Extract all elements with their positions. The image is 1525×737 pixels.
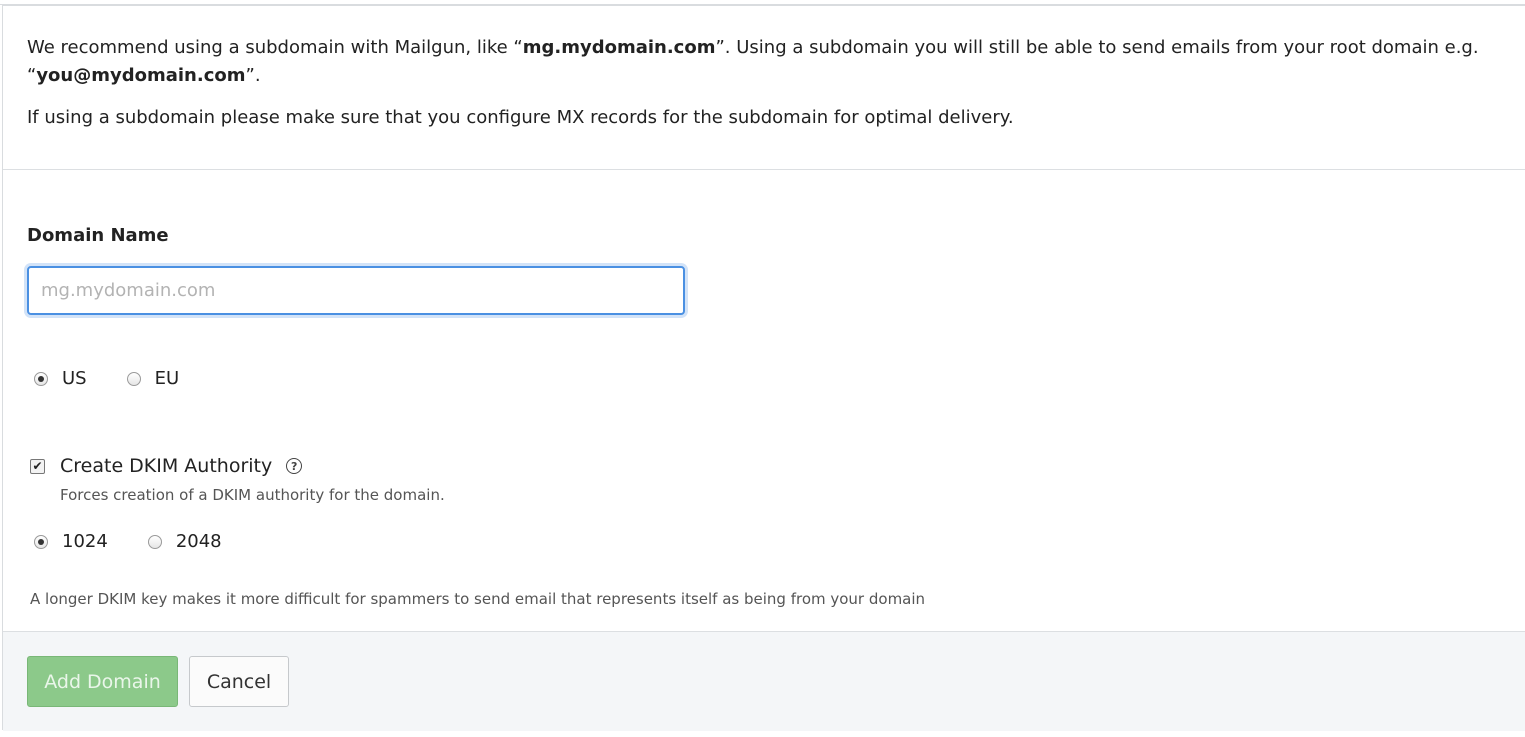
domain-name-input[interactable] [29,268,683,313]
key-size-option-2048[interactable]: 2048 [147,531,222,552]
intro-paragraph-2: If using a subdomain please make sure th… [27,107,1014,128]
dkim-description: Forces creation of a DKIM authority for … [60,486,445,504]
region-label-us: US [62,368,87,389]
intro-paragraph-1: We recommend using a subdomain with Mail… [27,34,1517,90]
add-domain-button[interactable]: Add Domain [27,656,178,707]
dkim-checkbox-row[interactable]: ✔ Create DKIM Authority ? [30,455,303,477]
intro-text-part: ”. [245,65,261,86]
radio-eu[interactable] [126,371,141,386]
radio-1024[interactable] [34,534,48,549]
domain-name-input-wrapper [27,266,685,315]
domain-name-label: Domain Name [27,225,169,246]
dkim-key-size-radio-group: 1024 2048 [34,531,262,552]
region-option-us[interactable]: US [34,368,87,389]
region-radio-group: US EU [34,368,219,389]
checkmark-icon: ✔ [32,459,43,473]
add-domain-panel: We recommend using a subdomain with Mail… [2,5,1525,731]
dkim-checkbox[interactable]: ✔ [30,458,45,474]
dkim-key-note: A longer DKIM key makes it more difficul… [30,590,926,608]
cancel-button[interactable]: Cancel [189,656,289,707]
region-option-eu[interactable]: EU [126,368,180,389]
radio-2048[interactable] [147,534,162,549]
example-subdomain: mg.mydomain.com [522,37,716,58]
intro-text-part: We recommend using a subdomain with Mail… [27,37,523,58]
region-label-eu: EU [154,368,180,389]
key-size-option-1024[interactable]: 1024 [34,531,108,552]
section-divider [3,169,1525,170]
dkim-checkbox-label: Create DKIM Authority [60,455,273,477]
help-icon[interactable]: ? [286,458,303,474]
intro-text: We recommend using a subdomain with Mail… [27,34,1517,146]
form-footer: Add Domain Cancel [3,631,1525,731]
key-size-label-2048: 2048 [175,531,222,552]
radio-us[interactable] [34,371,48,386]
example-email: you@mydomain.com [36,65,246,86]
key-size-label-1024: 1024 [62,531,108,552]
